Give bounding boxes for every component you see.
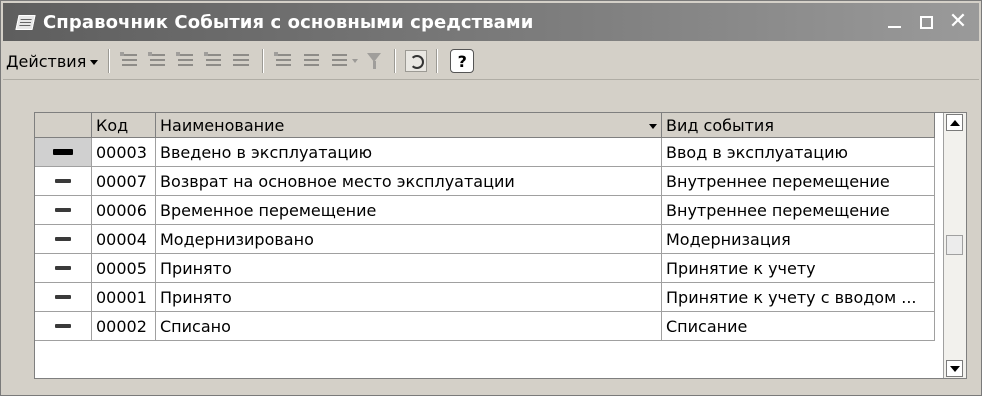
cell-name: Возврат на основное место эксплуатации [155,166,662,196]
clear-filter-icon[interactable] [363,50,385,72]
cell-name: Принято [155,253,662,283]
row-marker-cell [35,311,92,341]
column-header-name[interactable]: Наименование [155,113,662,138]
catalog-table[interactable]: Код Наименование Вид события 00003 Введен… [34,112,967,379]
edit-icon[interactable] [203,50,225,72]
chevron-down-icon [90,59,99,65]
cell-code: 00004 [91,224,156,254]
maximize-icon [919,15,933,29]
row-marker-cell [35,195,92,225]
cell-code: 00005 [91,253,156,283]
vertical-scrollbar[interactable] [943,113,966,378]
table-row[interactable]: 00001 Принято Принятие к учету с вводом ..… [35,282,935,312]
cell-event-type: Принятие к учету с вводом ... [661,282,935,312]
toolbar-separator [262,49,265,73]
cell-event-type: Принятие к учету [661,253,935,283]
scroll-thumb[interactable] [946,235,963,255]
cell-code: 00002 [91,311,156,341]
add-group-icon[interactable] [147,50,169,72]
element-icon [55,266,71,270]
arrow-up-icon [949,119,960,126]
cell-name: Введено в эксплуатацию [155,137,662,167]
row-marker-cell [35,137,92,167]
cell-event-type: Модернизация [661,224,935,254]
table-row[interactable]: 00005 Принято Принятие к учету [35,253,935,283]
cell-name: Списано [155,311,662,341]
column-header-name-label: Наименование [160,115,285,135]
table-row[interactable]: 00002 Списано Списание [35,311,935,341]
cell-code: 00007 [91,166,156,196]
actions-label: Действия [6,51,87,71]
element-icon [55,237,71,241]
scroll-down-button[interactable] [946,360,963,377]
element-icon [55,208,71,212]
chevron-down-icon[interactable] [352,59,359,63]
cell-code: 00001 [91,282,156,312]
row-marker-cell [35,166,92,196]
maximize-button[interactable] [917,13,935,31]
scroll-up-button[interactable] [946,114,963,131]
toolbar-separator [436,49,439,73]
title-bar[interactable]: Справочник События с основными средствам… [3,3,979,41]
minimize-icon [887,26,901,28]
column-header-icon [35,113,92,138]
copy-icon[interactable] [175,50,197,72]
sort-indicator-icon [649,123,657,129]
row-marker-cell [35,224,92,254]
hierarchy-icon[interactable] [273,50,295,72]
column-header-event-type[interactable]: Вид события [661,113,935,138]
element-icon [55,295,71,299]
cell-code: 00003 [91,137,156,167]
add-icon[interactable] [119,50,141,72]
element-icon [55,324,71,328]
cell-code: 00006 [91,195,156,225]
filter-list-icon[interactable] [329,50,351,72]
table-row[interactable]: 00003 Введено в эксплуатацию Ввод в эксплу… [35,137,935,167]
element-icon [53,149,73,155]
catalog-window: Справочник События с основными средствам… [0,0,982,396]
minimize-button[interactable] [885,13,903,31]
row-marker-cell [35,253,92,283]
toolbar-separator [394,49,397,73]
help-button[interactable]: ? [450,49,475,73]
actions-menu-button[interactable]: Действия [3,52,102,71]
toolbar: Действия ? [3,43,979,80]
catalog-icon [15,14,36,30]
cell-event-type: Внутреннее перемещение [661,166,935,196]
table-row[interactable]: 00006 Временное перемещение Внутреннее пер… [35,195,935,225]
table-row[interactable]: 00004 Модернизировано Модернизация [35,224,935,254]
cell-event-type: Внутреннее перемещение [661,195,935,225]
set-filter-icon[interactable] [301,50,323,72]
cell-name: Временное перемещение [155,195,662,225]
element-icon [55,179,71,183]
cell-event-type: Ввод в эксплуатацию [661,137,935,167]
toolbar-separator [108,49,111,73]
cell-name: Принято [155,282,662,312]
refresh-icon[interactable] [405,50,428,72]
window-title: Справочник События с основными средствам… [43,11,534,33]
cell-name: Модернизировано [155,224,662,254]
row-marker-cell [35,282,92,312]
cell-event-type: Списание [661,311,935,341]
table-row[interactable]: 00007 Возврат на основное место эксплуата… [35,166,935,196]
mark-delete-icon[interactable] [231,50,253,72]
column-header-code[interactable]: Код [91,113,156,138]
close-button[interactable]: ✕ [949,11,967,33]
table-header: Код Наименование Вид события [35,113,935,138]
arrow-down-icon [949,365,960,372]
